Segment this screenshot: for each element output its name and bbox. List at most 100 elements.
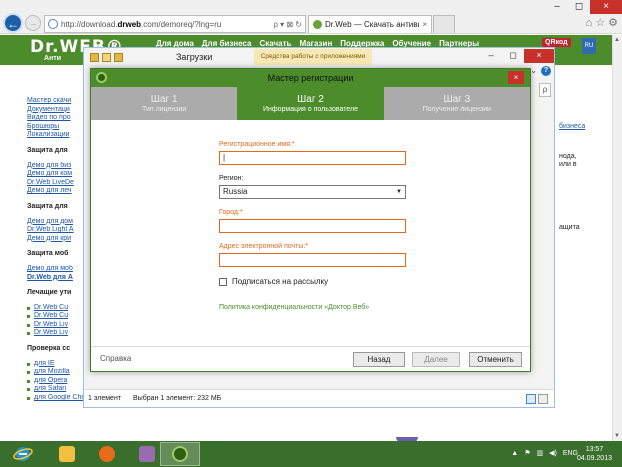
wizard-title: Мастер регистрации [267, 73, 354, 83]
new-folder-icon[interactable] [114, 52, 123, 62]
explorer-statusbar: 1 элемент Выбран 1 элемент: 232 МБ [84, 389, 554, 407]
list-item-link[interactable]: Dr.Web Liv [27, 329, 89, 338]
section-heading: Защита моб [27, 250, 69, 258]
subscribe-label[interactable]: Подписаться на рассылку [232, 277, 328, 286]
sidebar-link[interactable]: Видео по про [27, 114, 89, 123]
list-item-link[interactable]: Dr.Web Cu [27, 312, 89, 321]
explorer-minimize-button[interactable]: – [480, 49, 502, 63]
page-scrollbar[interactable]: ▲ ▼ [612, 35, 622, 441]
lang-badge[interactable]: RU [582, 38, 596, 54]
list-item-link[interactable]: для Mozilla [27, 368, 89, 377]
sidebar-link[interactable]: Dr.Web Light A [27, 226, 89, 235]
section-heading: Лечащие ути [27, 289, 72, 297]
explorer-window-controls: – ◻ × [480, 49, 554, 63]
firefox-taskbar-button[interactable] [87, 442, 127, 466]
tab-close-icon[interactable]: × [422, 20, 427, 29]
browser-tab[interactable]: Dr.Web — Скачать антиви... × [308, 15, 432, 33]
scroll-down-icon[interactable]: ▼ [614, 433, 620, 439]
volume-icon[interactable]: ◀) [549, 449, 557, 457]
clock-date: 04.09.2013 [576, 455, 612, 462]
wizard-step-1: Шаг 1 Тип лицензии [91, 87, 238, 120]
list-item-link[interactable]: для Safari [27, 385, 89, 394]
reg-name-field[interactable]: | [219, 151, 406, 165]
window-controls: – ◻ × [546, 0, 622, 14]
folder-icon[interactable] [90, 52, 99, 62]
sidebar-link[interactable]: Брошюры [27, 123, 89, 132]
network-icon[interactable]: ▥ [536, 449, 543, 457]
sidebar-link[interactable]: Документаци [27, 106, 89, 115]
explorer-title: Загрузки [176, 52, 213, 62]
explorer-taskbar-button[interactable] [47, 442, 87, 466]
sidebar-link[interactable]: Мастер скачи [27, 97, 89, 106]
privacy-policy-link[interactable]: Политика конфиденциальности «Доктор Веб» [219, 304, 409, 311]
list-item-link[interactable]: Dr.Web Cu [27, 304, 89, 313]
drweb-taskbar-button[interactable] [160, 442, 200, 466]
qr-badge[interactable]: QRкод [542, 38, 571, 47]
sidebar-link[interactable]: Демо для биз [27, 162, 89, 171]
subscribe-checkbox[interactable] [219, 277, 227, 286]
wizard-titlebar[interactable]: Мастер регистрации × [91, 69, 530, 87]
flag-icon[interactable]: ⚑ [524, 449, 530, 457]
step-number: Шаг 2 [297, 94, 324, 105]
forward-button[interactable]: → [25, 15, 41, 31]
cancel-button[interactable]: Отменить [469, 352, 522, 367]
properties-icon[interactable] [102, 52, 111, 62]
email-field[interactable] [219, 253, 406, 267]
search-icon[interactable]: ρ [539, 83, 551, 97]
wizard-step-3: Шаг 3 Получение лицензии [383, 87, 530, 120]
site-logo-sub: Анти [44, 55, 62, 62]
minimize-button[interactable]: – [546, 0, 568, 14]
sidebar-link[interactable]: Dr.Web для А [27, 274, 89, 283]
reg-name-label: Регистрационное имя:* [219, 141, 295, 148]
region-value: Russia [223, 187, 248, 196]
selection-info: Выбран 1 элемент: 232 МБ [133, 395, 222, 402]
wizard-close-button[interactable]: × [508, 71, 524, 84]
list-item-link[interactable]: Dr.Web Liv [27, 321, 89, 330]
address-url: http://download.drweb.com/demoreq/?lng=r… [61, 19, 222, 29]
user-info-form: Регистрационное имя:* | Регион: Russia ▼… [219, 141, 409, 311]
scroll-up-icon[interactable]: ▲ [614, 37, 620, 43]
help-icon[interactable]: ? [541, 66, 551, 76]
tiles-view-icon[interactable] [538, 394, 548, 404]
help-link[interactable]: Справка [100, 354, 131, 363]
next-button[interactable]: Далее [412, 352, 460, 367]
language-indicator[interactable]: ENG [563, 450, 578, 457]
favicon-icon [313, 20, 322, 29]
explorer-maximize-button[interactable]: ◻ [502, 49, 524, 63]
toolbar-icons[interactable]: ⌂ ☆ ⚙ [586, 16, 618, 29]
sidebar-link[interactable]: Локализации [27, 131, 89, 140]
list-item-link[interactable]: для Google Chrome [27, 394, 89, 403]
clock[interactable]: 13:57 04.09.2013 [577, 445, 612, 463]
ribbon-context-tab[interactable]: Средства работы с приложениями [254, 49, 372, 65]
details-view-icon[interactable] [526, 394, 536, 404]
explorer-titlebar[interactable]: Загрузки Средства работы с приложениями … [84, 48, 554, 66]
region-select[interactable]: Russia ▼ [219, 185, 406, 199]
list-item-link[interactable]: для IE [27, 360, 89, 369]
system-tray: ▲ ⚑ ▥ ◀) ENG [511, 449, 578, 458]
sidebar-link[interactable]: Демо для ком [27, 170, 89, 179]
back-button[interactable]: Назад [353, 352, 405, 367]
sidebar-link[interactable]: Демо для кри [27, 235, 89, 244]
step-number: Шаг 1 [150, 94, 178, 105]
sidebar-link[interactable]: Dr.Web LiveDe [27, 179, 89, 188]
maximize-button[interactable]: ◻ [568, 0, 590, 14]
tray-expand-icon[interactable]: ▲ [511, 450, 518, 457]
registration-wizard: Мастер регистрации × Шаг 1 Тип лицензии Ша… [90, 68, 531, 372]
sidebar-link[interactable]: Демо для моб [27, 265, 89, 274]
taskbar: ▲ ⚑ ▥ ◀) ENG 13:57 04.09.2013 [0, 441, 622, 467]
ie-taskbar-button[interactable] [7, 444, 39, 464]
ribbon-expand-icon[interactable]: ⌄ [530, 66, 537, 75]
back-button[interactable]: ← [3, 13, 23, 33]
list-item-link[interactable]: для Opera [27, 377, 89, 386]
step-subtitle: Получение лицензии [422, 106, 491, 113]
right-text-3: ащита [559, 224, 580, 231]
right-link[interactable]: бизнеса [559, 123, 585, 131]
city-field[interactable] [219, 219, 406, 233]
address-bar[interactable]: http://download.drweb.com/demoreq/?lng=r… [44, 15, 306, 33]
sidebar-link[interactable]: Демо для леч [27, 187, 89, 196]
close-button[interactable]: × [590, 0, 622, 14]
explorer-close-button[interactable]: × [524, 49, 554, 63]
address-tools[interactable]: ρ ▾ ⊠ ↻ [273, 20, 305, 29]
new-tab-button[interactable] [433, 15, 455, 33]
sidebar-link[interactable]: Демо для дом [27, 218, 89, 227]
